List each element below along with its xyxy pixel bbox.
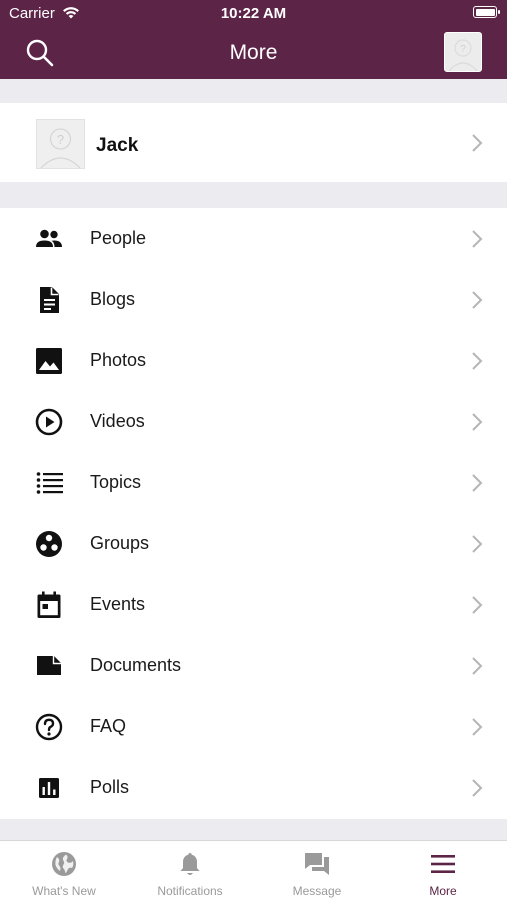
menu-item-faq[interactable]: FAQ	[0, 696, 507, 757]
menu-item-people[interactable]: People	[0, 208, 507, 269]
tab-more[interactable]: More	[380, 841, 506, 901]
chevron-right-icon	[472, 134, 483, 152]
more-menu-list: People Blogs Photos Videos Topics Groups…	[0, 208, 507, 819]
status-time: 10:22 AM	[220, 5, 287, 22]
play-circle-icon	[35, 408, 63, 436]
profile-row[interactable]: ? Jack	[0, 103, 507, 182]
menu-item-label: Topics	[90, 472, 142, 492]
menu-item-events[interactable]: Events	[0, 574, 507, 635]
tab-label: Message	[292, 884, 342, 898]
menu-item-label: Polls	[90, 777, 130, 797]
bar-chart-icon	[39, 778, 59, 798]
chevron-right-icon	[472, 230, 483, 248]
tab-bar: What's New Notifications Message More	[0, 840, 507, 901]
chevron-right-icon	[472, 718, 483, 736]
status-bar: Carrier 10:22 AM	[0, 0, 507, 26]
menu-item-topics[interactable]: Topics	[0, 452, 507, 513]
header-avatar[interactable]: ?	[444, 32, 482, 72]
chevron-right-icon	[472, 596, 483, 614]
document-icon	[40, 287, 59, 313]
people-icon	[36, 229, 62, 247]
menu-item-blogs[interactable]: Blogs	[0, 269, 507, 330]
menu-item-label: Videos	[90, 411, 145, 431]
chevron-right-icon	[472, 535, 483, 553]
list-icon	[36, 472, 63, 494]
chevron-right-icon	[472, 291, 483, 309]
page-title: More	[229, 41, 278, 64]
chevron-right-icon	[472, 474, 483, 492]
tab-label: More	[429, 884, 457, 898]
menu-item-videos[interactable]: Videos	[0, 391, 507, 452]
chevron-right-icon	[472, 779, 483, 797]
menu-item-label: Events	[90, 594, 146, 614]
menu-item-polls[interactable]: Polls	[0, 757, 507, 818]
tab-notifications[interactable]: Notifications	[127, 841, 253, 901]
tab-whats-new[interactable]: What's New	[1, 841, 127, 901]
chevron-right-icon	[472, 413, 483, 431]
menu-item-label: People	[90, 228, 147, 248]
bell-icon	[180, 853, 200, 875]
menu-item-label: Groups	[90, 533, 150, 553]
profile-name: Jack	[96, 135, 139, 156]
avatar-placeholder-icon: ?	[40, 128, 81, 169]
avatar: ?	[36, 119, 85, 169]
menu-item-label: Blogs	[90, 289, 136, 309]
tab-label: What's New	[32, 884, 96, 898]
calendar-icon	[37, 591, 61, 618]
menu-item-documents[interactable]: Documents	[0, 635, 507, 696]
menu-item-photos[interactable]: Photos	[0, 330, 507, 391]
chat-icon	[305, 853, 329, 875]
svg-text:?: ?	[57, 132, 64, 147]
globe-icon	[52, 852, 76, 876]
question-circle-icon	[35, 713, 63, 741]
groups-icon	[36, 531, 62, 557]
chevron-right-icon	[472, 657, 483, 675]
avatar-placeholder-icon: ?	[448, 39, 478, 72]
menu-item-label: FAQ	[90, 716, 127, 736]
file-icon	[37, 656, 61, 675]
chevron-right-icon	[472, 352, 483, 370]
menu-item-label: Photos	[90, 350, 147, 370]
photo-icon	[36, 348, 62, 374]
tab-label: Notifications	[157, 884, 223, 898]
menu-item-label: Documents	[90, 655, 182, 675]
menu-item-groups[interactable]: Groups	[0, 513, 507, 574]
battery-icon	[473, 6, 500, 18]
tab-message[interactable]: Message	[254, 841, 380, 901]
header-bar: Carrier 10:22 AM More ?	[0, 0, 507, 79]
svg-text:?: ?	[460, 44, 466, 55]
menu-icon	[431, 855, 455, 873]
